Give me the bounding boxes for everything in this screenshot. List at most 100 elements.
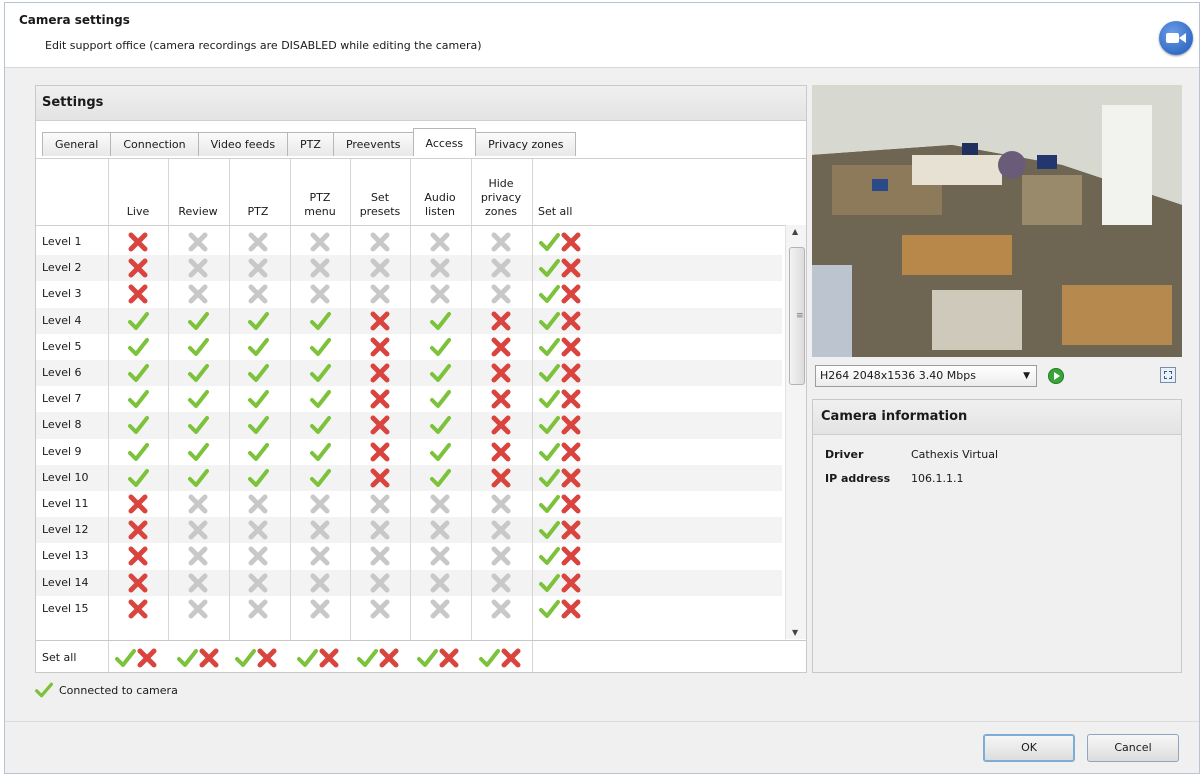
check-icon[interactable]	[538, 362, 560, 384]
check-icon[interactable]	[234, 647, 256, 669]
cross-icon[interactable]	[560, 283, 582, 305]
permission-cell[interactable]	[247, 572, 271, 594]
fullscreen-icon[interactable]	[1160, 367, 1176, 383]
cross-icon[interactable]	[378, 647, 400, 669]
tab-privacy-zones[interactable]: Privacy zones	[475, 132, 577, 156]
permission-cell[interactable]	[187, 231, 211, 253]
stream-select[interactable]: H264 2048x1536 3.40 Mbps ▼	[815, 365, 1037, 387]
permission-cell[interactable]	[187, 283, 211, 305]
permission-cell[interactable]	[127, 519, 151, 541]
permission-cell[interactable]	[127, 310, 151, 332]
scroll-thumb[interactable]: ≡	[789, 247, 805, 385]
permission-cell[interactable]	[429, 336, 453, 358]
cross-icon[interactable]	[256, 647, 278, 669]
permission-cell[interactable]	[429, 388, 453, 410]
check-icon[interactable]	[538, 519, 560, 541]
permission-cell[interactable]	[369, 545, 393, 567]
tab-access[interactable]: Access	[412, 128, 477, 156]
permission-cell[interactable]	[187, 598, 211, 620]
permission-cell[interactable]	[369, 493, 393, 515]
permission-cell[interactable]	[429, 572, 453, 594]
permission-cell[interactable]	[369, 283, 393, 305]
permission-cell[interactable]	[429, 441, 453, 463]
permission-cell[interactable]	[187, 257, 211, 279]
permission-cell[interactable]	[127, 414, 151, 436]
cross-icon[interactable]	[560, 257, 582, 279]
cross-icon[interactable]	[560, 388, 582, 410]
permission-cell[interactable]	[429, 257, 453, 279]
permission-cell[interactable]	[369, 414, 393, 436]
permission-cell[interactable]	[490, 388, 514, 410]
permission-cell[interactable]	[127, 283, 151, 305]
check-icon[interactable]	[296, 647, 318, 669]
play-icon[interactable]	[1048, 368, 1064, 384]
permission-cell[interactable]	[187, 362, 211, 384]
permission-cell[interactable]	[247, 519, 271, 541]
permission-cell[interactable]	[490, 519, 514, 541]
permission-cell[interactable]	[247, 231, 271, 253]
permission-cell[interactable]	[127, 362, 151, 384]
cross-icon[interactable]	[318, 647, 340, 669]
check-icon[interactable]	[538, 441, 560, 463]
cross-icon[interactable]	[560, 493, 582, 515]
check-icon[interactable]	[478, 647, 500, 669]
permission-cell[interactable]	[187, 545, 211, 567]
permission-cell[interactable]	[490, 545, 514, 567]
cross-icon[interactable]	[560, 598, 582, 620]
permission-cell[interactable]	[309, 545, 333, 567]
permission-cell[interactable]	[429, 231, 453, 253]
permission-cell[interactable]	[309, 257, 333, 279]
permission-cell[interactable]	[490, 231, 514, 253]
permission-cell[interactable]	[369, 231, 393, 253]
permission-cell[interactable]	[490, 257, 514, 279]
cross-icon[interactable]	[560, 310, 582, 332]
permission-cell[interactable]	[490, 441, 514, 463]
check-icon[interactable]	[538, 414, 560, 436]
permission-cell[interactable]	[187, 493, 211, 515]
permission-cell[interactable]	[127, 467, 151, 489]
permission-cell[interactable]	[369, 519, 393, 541]
check-icon[interactable]	[538, 310, 560, 332]
permission-cell[interactable]	[247, 493, 271, 515]
permission-cell[interactable]	[247, 467, 271, 489]
permission-cell[interactable]	[369, 388, 393, 410]
permission-cell[interactable]	[127, 572, 151, 594]
permission-cell[interactable]	[247, 388, 271, 410]
permission-cell[interactable]	[309, 467, 333, 489]
permission-cell[interactable]	[490, 283, 514, 305]
permission-cell[interactable]	[429, 598, 453, 620]
check-icon[interactable]	[538, 598, 560, 620]
permission-cell[interactable]	[309, 336, 333, 358]
permission-cell[interactable]	[247, 414, 271, 436]
permission-cell[interactable]	[429, 283, 453, 305]
permission-cell[interactable]	[187, 441, 211, 463]
permission-cell[interactable]	[127, 598, 151, 620]
permission-cell[interactable]	[429, 467, 453, 489]
cross-icon[interactable]	[560, 414, 582, 436]
permission-cell[interactable]	[490, 362, 514, 384]
permission-cell[interactable]	[429, 545, 453, 567]
cancel-button[interactable]: Cancel	[1087, 734, 1179, 762]
cross-icon[interactable]	[136, 647, 158, 669]
permission-cell[interactable]	[247, 598, 271, 620]
permission-cell[interactable]	[369, 362, 393, 384]
check-icon[interactable]	[538, 257, 560, 279]
check-icon[interactable]	[538, 493, 560, 515]
permission-cell[interactable]	[490, 572, 514, 594]
permission-cell[interactable]	[127, 441, 151, 463]
grid-scrollbar[interactable]: ▲ ≡ ▼	[785, 225, 806, 639]
permission-cell[interactable]	[309, 598, 333, 620]
scroll-down-icon[interactable]: ▼	[792, 628, 798, 637]
permission-cell[interactable]	[247, 441, 271, 463]
permission-cell[interactable]	[309, 283, 333, 305]
permission-cell[interactable]	[429, 414, 453, 436]
permission-cell[interactable]	[127, 336, 151, 358]
permission-cell[interactable]	[429, 519, 453, 541]
permission-cell[interactable]	[490, 414, 514, 436]
permission-cell[interactable]	[187, 336, 211, 358]
permission-cell[interactable]	[187, 388, 211, 410]
permission-cell[interactable]	[369, 598, 393, 620]
check-icon[interactable]	[538, 231, 560, 253]
permission-cell[interactable]	[369, 572, 393, 594]
permission-cell[interactable]	[369, 257, 393, 279]
